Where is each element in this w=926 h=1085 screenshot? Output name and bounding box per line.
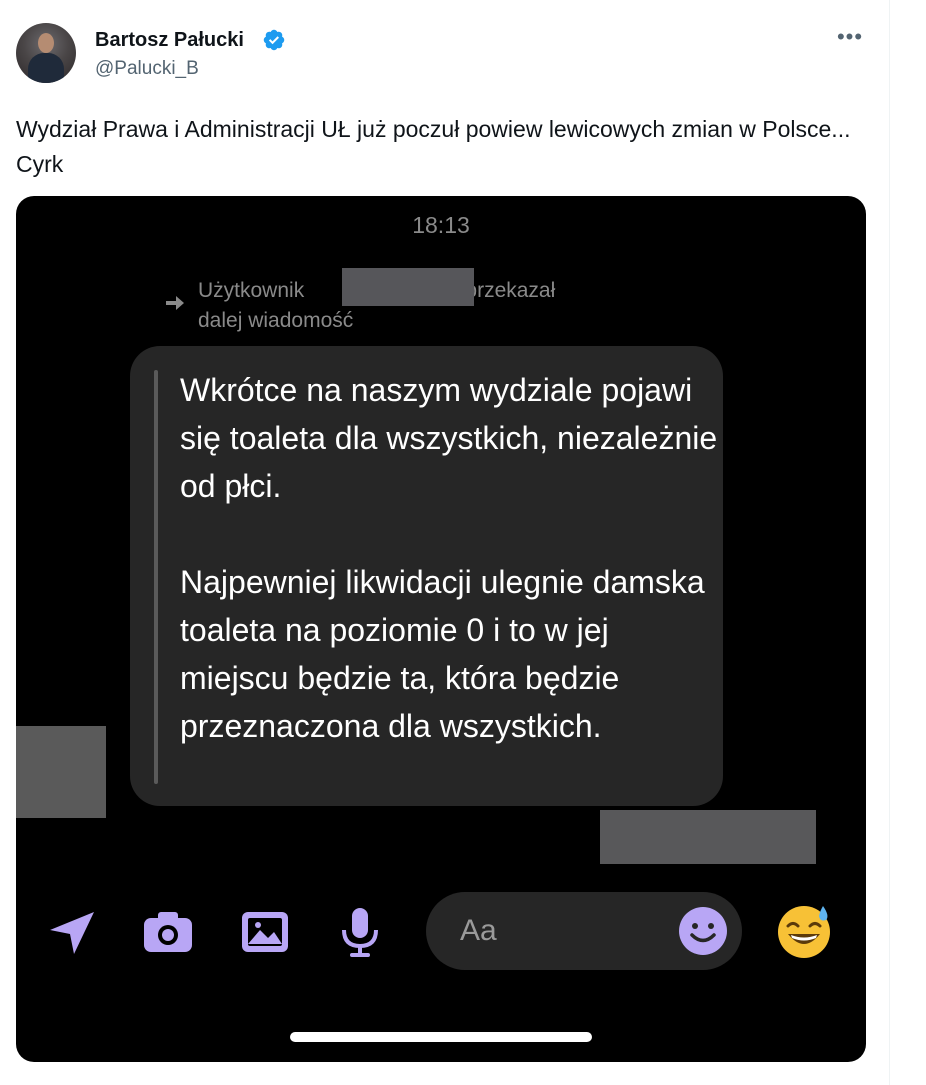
message-bubble[interactable]: Wkrótce na naszym wydziale pojawi się to…: [130, 346, 723, 806]
column-divider: [889, 0, 890, 1085]
author-handle[interactable]: @Palucki_B: [95, 58, 199, 80]
emoji-icon[interactable]: [678, 906, 728, 956]
author-name[interactable]: Bartosz Pałucki: [95, 29, 244, 52]
redacted-avatar: [16, 726, 106, 818]
tweet-media-image[interactable]: 18:13 Użytkownik a przekazał dalej wiado…: [16, 196, 866, 1062]
redacted-reply: [600, 810, 816, 864]
tweet-text: Wydział Prawa i Administracji UŁ już poc…: [16, 116, 851, 177]
message-input-placeholder: Aa: [460, 914, 497, 947]
message-paragraph-2: Najpewniej likwidacji ulegnie damska toa…: [180, 564, 705, 744]
camera-icon[interactable]: [140, 904, 196, 960]
forward-arrow-icon: [166, 296, 184, 310]
gallery-icon[interactable]: [238, 904, 294, 960]
more-options-button[interactable]: •••: [834, 26, 866, 54]
avatar-head: [38, 33, 54, 53]
message-input[interactable]: Aa: [426, 892, 742, 970]
forwarded-prefix: Użytkownik: [198, 279, 305, 302]
message-paragraph-1: Wkrótce na naszym wydziale pojawi się to…: [180, 372, 718, 504]
verified-badge-icon: [263, 29, 285, 51]
avatar-body: [28, 53, 64, 83]
message-text: Wkrótce na naszym wydziale pojawi się to…: [180, 366, 720, 750]
redacted-username: [342, 268, 474, 306]
send-icon[interactable]: [44, 904, 100, 960]
grinning-sweat-emoji-icon[interactable]: [776, 902, 834, 960]
microphone-icon[interactable]: [332, 904, 388, 960]
avatar[interactable]: [16, 23, 76, 83]
message-time: 18:13: [412, 212, 470, 238]
home-indicator: [290, 1032, 592, 1042]
forwarded-label-line2: dalej wiadomość: [198, 309, 354, 332]
quote-bar: [154, 370, 158, 784]
